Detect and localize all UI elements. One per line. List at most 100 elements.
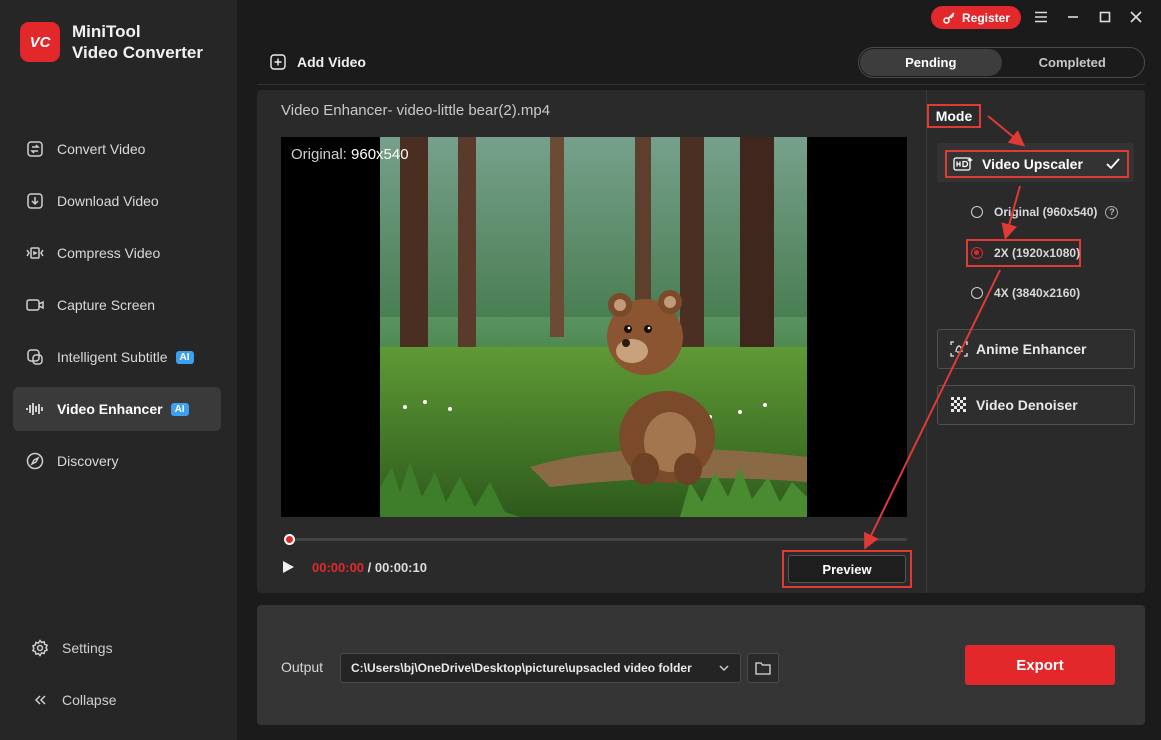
sidebar-item-label: Intelligent Subtitle (57, 349, 168, 365)
option-4x-label: 4X (3840x2160) (994, 286, 1081, 300)
time-separator: / (367, 560, 372, 575)
output-path: C:\Users\bj\OneDrive\Desktop\picture\ups… (351, 661, 692, 675)
check-icon (1106, 158, 1120, 170)
option-original[interactable]: Original (960x540) ? (971, 205, 1119, 219)
anime-enhancer-button[interactable]: Anime Enhancer (937, 329, 1135, 369)
download-icon (27, 193, 43, 209)
app-logo: VC (20, 22, 60, 62)
enhancer-title: Video Enhancer- video-little bear(2).mp4 (281, 102, 551, 119)
convert-icon (27, 141, 43, 157)
sidebar-item-label: Convert Video (57, 141, 146, 157)
open-folder-button[interactable] (747, 653, 779, 683)
sidebar-item-video-enhancer[interactable]: Video Enhancer AI (13, 387, 221, 431)
output-label: Output (281, 659, 324, 675)
collapse-label: Collapse (62, 692, 117, 708)
tab-pending[interactable]: Pending (860, 49, 1002, 76)
compress-icon (26, 247, 44, 259)
sidebar-item-label: Discovery (57, 453, 119, 469)
sidebar-item-label: Video Enhancer (57, 401, 163, 417)
video-upscaler-label: Video Upscaler (982, 156, 1083, 172)
timeline-knob[interactable] (284, 534, 295, 545)
enhancer-icon (26, 403, 43, 415)
panel-divider (926, 90, 927, 593)
enhancer-panel: Video Enhancer- video-little bear(2).mp4… (257, 90, 1145, 593)
ai-badge: AI (170, 402, 189, 416)
sidebar-item-intelligent-subtitle[interactable]: Intelligent Subtitle AI (13, 335, 221, 379)
output-bar: Output C:\Users\bj\OneDrive\Desktop\pict… (257, 605, 1145, 725)
tab-completed[interactable]: Completed (1002, 49, 1144, 76)
maximize-button[interactable] (1096, 8, 1114, 26)
preview-highlight: Preview (782, 550, 912, 588)
toolbar-divider (257, 84, 1145, 85)
folder-icon (755, 662, 771, 675)
add-icon (270, 54, 286, 70)
double-chevron-left-icon (34, 695, 46, 705)
collapse-button[interactable]: Collapse (30, 690, 220, 710)
play-icon[interactable] (281, 560, 295, 574)
denoiser-icon (951, 397, 966, 412)
preview-button[interactable]: Preview (788, 555, 906, 583)
timeline-slider[interactable] (284, 534, 907, 545)
sidebar-item-label: Download Video (57, 193, 159, 209)
video-upscaler-card: Video Upscaler (937, 143, 1134, 182)
gear-icon (31, 639, 49, 657)
app-name-line2: Video Converter (72, 43, 204, 62)
register-button[interactable]: Register (931, 6, 1021, 29)
app-name-line1: MiniTool (72, 22, 141, 41)
help-icon[interactable]: ? (1105, 205, 1119, 219)
radio-original[interactable] (971, 206, 983, 218)
settings-label: Settings (62, 640, 113, 656)
original-resolution-label: Original: 960x540 (291, 146, 409, 163)
ai-badge: AI (175, 350, 194, 364)
minimize-button[interactable] (1064, 8, 1082, 26)
logo-text: VC (29, 33, 51, 51)
output-path-select[interactable]: C:\Users\bj\OneDrive\Desktop\picture\ups… (340, 653, 741, 683)
compass-icon (26, 452, 44, 470)
app-name: MiniTool Video Converter (72, 21, 203, 63)
hd-icon (953, 157, 973, 171)
video-denoiser-button[interactable]: Video Denoiser (937, 385, 1135, 425)
anime-icon (950, 341, 968, 357)
key-icon (943, 11, 955, 24)
close-icon (1130, 11, 1142, 23)
add-video-button[interactable]: Add Video (270, 54, 366, 70)
minimize-icon (1068, 16, 1078, 18)
anime-enhancer-label: Anime Enhancer (976, 341, 1087, 357)
sidebar-item-discovery[interactable]: Discovery (13, 439, 221, 483)
menu-button[interactable] (1032, 8, 1050, 26)
bear-forest-frame (380, 137, 807, 517)
sidebar-item-label: Compress Video (57, 245, 161, 261)
video-preview[interactable]: Original: 960x540 (281, 137, 907, 517)
original-resolution: 960x540 (351, 146, 409, 163)
export-button[interactable]: Export (965, 645, 1115, 685)
option-2x[interactable]: 2X (1920x1080) (971, 246, 1080, 260)
radio-2x[interactable] (971, 247, 983, 259)
subtitle-icon (27, 349, 43, 365)
sidebar-item-compress-video[interactable]: Compress Video (13, 231, 221, 275)
sidebar-item-convert-video[interactable]: Convert Video (13, 127, 221, 171)
option-original-label: Original (960x540) (994, 205, 1098, 219)
sidebar-item-capture-screen[interactable]: Capture Screen (13, 283, 221, 327)
add-video-label: Add Video (297, 54, 366, 70)
sidebar-item-label: Capture Screen (57, 297, 156, 313)
video-denoiser-label: Video Denoiser (976, 397, 1078, 413)
time-display: 00:00:00 / 00:00:10 (312, 560, 427, 575)
sidebar: VC MiniTool Video Converter Convert Vide… (0, 0, 237, 740)
sidebar-nav: Convert Video Download Video Compress Vi… (13, 127, 221, 491)
option-4x[interactable]: 4X (3840x2160) (971, 286, 1080, 300)
radio-4x[interactable] (971, 287, 983, 299)
chevron-down-icon (719, 665, 729, 672)
register-label: Register (961, 10, 1011, 25)
mode-heading: Mode (927, 104, 981, 128)
current-time: 00:00:00 (312, 560, 365, 575)
hamburger-icon (1035, 11, 1047, 23)
settings-button[interactable]: Settings (30, 638, 220, 658)
capture-icon (26, 299, 44, 311)
maximize-icon (1099, 11, 1111, 23)
option-2x-label: 2X (1920x1080) (994, 246, 1081, 260)
sidebar-item-download-video[interactable]: Download Video (13, 179, 221, 223)
brand: VC MiniTool Video Converter (20, 21, 203, 63)
total-time: 00:00:10 (374, 560, 427, 575)
video-upscaler-button[interactable]: Video Upscaler (945, 150, 1129, 178)
close-button[interactable] (1127, 8, 1145, 26)
